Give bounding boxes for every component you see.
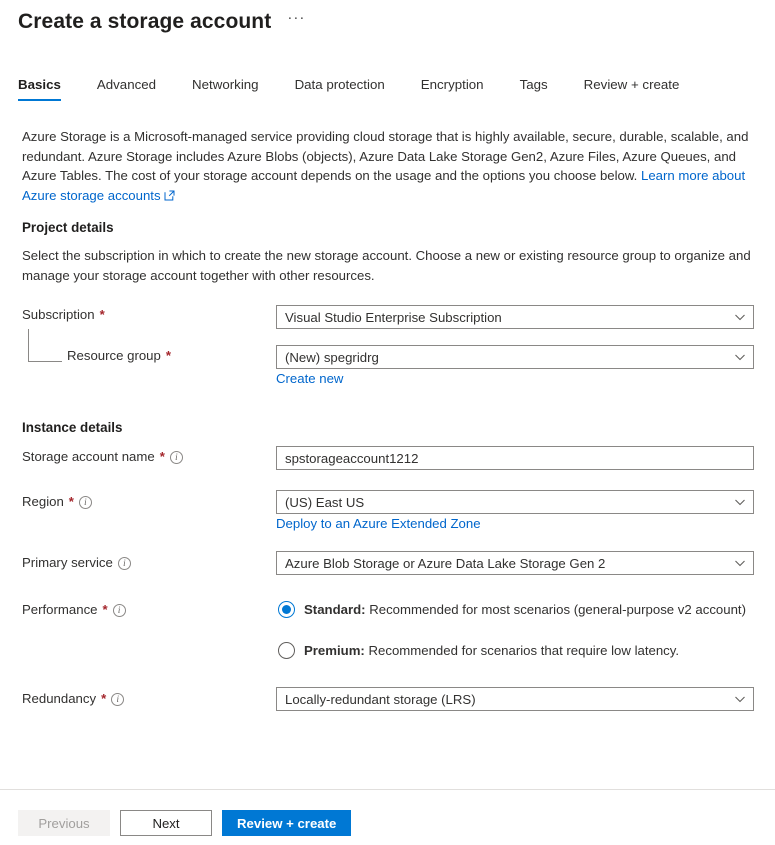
performance-premium-text: Premium: Recommended for scenarios that …	[304, 643, 679, 658]
performance-option-premium[interactable]: Premium: Recommended for scenarios that …	[278, 642, 679, 659]
performance-premium-name: Premium:	[304, 643, 365, 658]
performance-option-standard[interactable]: Standard: Recommended for most scenarios…	[278, 601, 746, 618]
create-storage-account-blade: Create a storage account ··· Basics Adva…	[0, 0, 775, 845]
performance-standard-desc: Recommended for most scenarios (general-…	[365, 602, 746, 617]
tab-encryption[interactable]: Encryption	[421, 76, 484, 101]
info-icon[interactable]: i	[112, 604, 126, 617]
previous-button[interactable]: Previous	[18, 810, 110, 836]
footer-actions: Previous Next Review + create	[18, 810, 352, 836]
resource-group-dropdown[interactable]: (New) spegridrg	[276, 345, 754, 369]
tab-advanced[interactable]: Advanced	[97, 76, 156, 101]
required-marker: *	[165, 348, 171, 363]
more-options-icon[interactable]: ···	[285, 4, 307, 32]
subscription-label-text: Subscription	[22, 307, 95, 322]
redundancy-value: Locally-redundant storage (LRS)	[285, 691, 476, 707]
tab-review-create[interactable]: Review + create	[584, 76, 680, 101]
resource-group-label-text: Resource group	[67, 348, 161, 363]
resource-group-value: (New) spegridrg	[285, 349, 379, 365]
wizard-tabs: Basics Advanced Networking Data protecti…	[18, 76, 679, 101]
external-link-icon	[164, 187, 175, 207]
chevron-down-icon	[733, 350, 747, 364]
intro-text: Azure Storage is a Microsoft-managed ser…	[22, 129, 749, 183]
redundancy-label: Redundancy * i	[22, 691, 125, 706]
primary-service-label-text: Primary service	[22, 555, 113, 570]
performance-premium-desc: Recommended for scenarios that require l…	[364, 643, 680, 658]
deploy-extended-zone-link[interactable]: Deploy to an Azure Extended Zone	[276, 516, 481, 531]
tab-networking[interactable]: Networking	[192, 76, 259, 101]
info-icon[interactable]: i	[111, 693, 125, 706]
performance-label: Performance * i	[22, 602, 126, 617]
resource-group-tree-connector	[28, 329, 62, 362]
primary-service-value: Azure Blob Storage or Azure Data Lake St…	[285, 555, 606, 571]
chevron-down-icon	[733, 495, 747, 509]
next-button[interactable]: Next	[120, 810, 212, 836]
instance-details-heading: Instance details	[22, 420, 123, 435]
chevron-down-icon	[733, 692, 747, 706]
region-label: Region * i	[22, 494, 92, 509]
primary-service-dropdown[interactable]: Azure Blob Storage or Azure Data Lake St…	[276, 551, 754, 575]
project-details-description: Select the subscription in which to crea…	[22, 248, 751, 283]
performance-standard-name: Standard:	[304, 602, 366, 617]
project-details-heading: Project details	[22, 220, 114, 235]
performance-label-text: Performance	[22, 602, 98, 617]
info-icon[interactable]: i	[169, 451, 183, 464]
performance-standard-text: Standard: Recommended for most scenarios…	[304, 602, 746, 617]
tab-tags[interactable]: Tags	[520, 76, 548, 101]
region-value: (US) East US	[285, 494, 365, 510]
storage-account-name-value: spstorageaccount1212	[285, 450, 419, 466]
intro-paragraph: Azure Storage is a Microsoft-managed ser…	[22, 127, 757, 206]
footer-divider	[0, 789, 775, 790]
region-dropdown[interactable]: (US) East US	[276, 490, 754, 514]
info-icon[interactable]: i	[78, 496, 92, 509]
resource-group-label: Resource group *	[67, 348, 171, 363]
tab-basics[interactable]: Basics	[18, 76, 61, 101]
review-create-button[interactable]: Review + create	[222, 810, 352, 836]
required-marker: *	[68, 494, 74, 509]
redundancy-dropdown[interactable]: Locally-redundant storage (LRS)	[276, 687, 754, 711]
create-new-resource-group-link[interactable]: Create new	[276, 371, 343, 386]
redundancy-label-text: Redundancy	[22, 691, 97, 706]
tab-data-protection[interactable]: Data protection	[295, 76, 385, 101]
storage-account-name-input[interactable]: spstorageaccount1212	[276, 446, 754, 470]
chevron-down-icon	[733, 310, 747, 324]
chevron-down-icon	[733, 556, 747, 570]
subscription-dropdown[interactable]: Visual Studio Enterprise Subscription	[276, 305, 754, 329]
page-title: Create a storage account	[18, 10, 272, 33]
radio-premium-icon[interactable]	[278, 642, 295, 659]
required-marker: *	[159, 449, 165, 464]
title-row: Create a storage account ···	[18, 8, 307, 36]
required-marker: *	[101, 691, 107, 706]
region-label-text: Region	[22, 494, 64, 509]
required-marker: *	[102, 602, 108, 617]
subscription-value: Visual Studio Enterprise Subscription	[285, 309, 502, 325]
storage-account-name-label-text: Storage account name	[22, 449, 155, 464]
info-icon[interactable]: i	[117, 557, 131, 570]
storage-account-name-label: Storage account name * i	[22, 449, 183, 464]
radio-standard-icon[interactable]	[278, 601, 295, 618]
subscription-label: Subscription *	[22, 307, 105, 322]
required-marker: *	[99, 307, 105, 322]
primary-service-label: Primary service i	[22, 555, 131, 570]
